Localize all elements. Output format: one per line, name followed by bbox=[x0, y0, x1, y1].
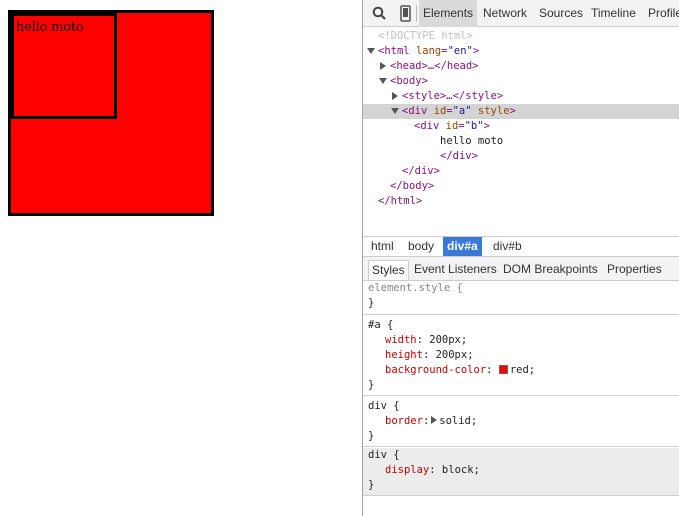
height-declaration[interactable]: height: 200px; bbox=[385, 348, 474, 363]
div-b-box: hello moto bbox=[11, 13, 117, 119]
devtools-toolbar: Elements Network Sources Timeline Profil… bbox=[363, 0, 679, 27]
dom-html-close[interactable]: </html> bbox=[363, 194, 679, 209]
background-color-value: red; bbox=[509, 364, 536, 376]
div-a-box: hello moto bbox=[8, 10, 214, 216]
id-value-b: "b" bbox=[464, 120, 484, 132]
rule-id-a[interactable]: #a { width: 200px; height: 200px; backgr… bbox=[363, 316, 679, 396]
id-attr: id bbox=[433, 105, 447, 117]
dom-doctype[interactable]: <!DOCTYPE html> bbox=[363, 29, 679, 44]
id-attr: id bbox=[445, 120, 459, 132]
tab-event-listeners[interactable]: Event Listeners bbox=[411, 260, 500, 280]
body-close-tag: </body> bbox=[390, 180, 435, 192]
dom-div-b-node[interactable]: <div id="b"> bbox=[363, 119, 679, 134]
dom-head-node[interactable]: <head>…</head> bbox=[363, 59, 679, 74]
color-swatch-icon[interactable] bbox=[498, 365, 508, 374]
div-tag: <div bbox=[414, 120, 440, 132]
tab-styles[interactable]: Styles bbox=[368, 260, 409, 280]
breadcrumb: html body div#a div#b bbox=[363, 236, 679, 257]
lang-value: "en" bbox=[447, 45, 473, 57]
html-tag: <html bbox=[378, 45, 410, 57]
crumb-div-a[interactable]: div#a bbox=[443, 237, 482, 256]
expand-triangle-icon[interactable] bbox=[391, 89, 401, 104]
dom-div-a-node[interactable]: <div id="a" style> bbox=[363, 104, 679, 119]
rule-close-brace: } bbox=[368, 297, 375, 309]
colon: : bbox=[422, 415, 430, 427]
styles-pane: element.style { } #a { width: 200px; hei… bbox=[363, 281, 679, 516]
tab-profiles[interactable]: Profile bbox=[644, 0, 679, 27]
tab-dom-breakpoints[interactable]: DOM Breakpoints bbox=[500, 260, 601, 280]
tab-elements[interactable]: Elements bbox=[419, 0, 478, 27]
style-tag: <style>…</style> bbox=[402, 90, 504, 102]
dom-div-b-close[interactable]: </div> bbox=[363, 149, 679, 164]
div-close-tag: </div> bbox=[440, 150, 478, 162]
div-tag-end: > bbox=[483, 120, 490, 132]
height-prop: height bbox=[385, 349, 423, 361]
tab-properties[interactable]: Properties bbox=[604, 260, 665, 280]
rule-a-selector: #a { bbox=[368, 319, 394, 331]
div-tag: <div bbox=[402, 105, 428, 117]
rule-element-style[interactable]: element.style { } bbox=[363, 281, 679, 315]
collapse-triangle-icon[interactable] bbox=[378, 74, 388, 89]
colon: : bbox=[416, 334, 423, 346]
dom-text-node[interactable]: hello moto bbox=[363, 134, 679, 149]
collapse-triangle-icon[interactable] bbox=[390, 104, 400, 119]
expand-triangle-icon[interactable] bbox=[379, 59, 389, 74]
body-tag: <body> bbox=[390, 75, 428, 87]
width-declaration[interactable]: width: 200px; bbox=[385, 333, 467, 348]
height-value: 200px; bbox=[435, 349, 474, 361]
div-selector: div { bbox=[368, 449, 400, 461]
dom-style-node[interactable]: <style>…</style> bbox=[363, 89, 679, 104]
expand-shorthand-icon[interactable] bbox=[431, 416, 438, 424]
rule-close-brace: } bbox=[368, 379, 375, 391]
element-style-selector: element.style { bbox=[368, 282, 463, 294]
page-viewport: hello moto bbox=[0, 0, 362, 516]
tab-sources[interactable]: Sources bbox=[535, 0, 587, 27]
search-icon[interactable] bbox=[368, 0, 390, 27]
tab-timeline[interactable]: Timeline bbox=[587, 0, 640, 27]
sidebar-tabs: Styles Event Listeners DOM Breakpoints P… bbox=[363, 257, 679, 281]
tab-network[interactable]: Network bbox=[479, 0, 531, 27]
display-prop: display bbox=[385, 464, 430, 476]
border-declaration[interactable]: border: solid; bbox=[385, 414, 477, 429]
rule-div-display[interactable]: div { display: block; } bbox=[363, 448, 679, 496]
crumb-div-b[interactable]: div#b bbox=[489, 237, 526, 256]
border-prop: border bbox=[385, 415, 423, 427]
background-color-prop: background-color bbox=[385, 364, 487, 376]
background-color-declaration[interactable]: background-color: red; bbox=[385, 363, 535, 378]
dom-div-a-close[interactable]: </div> bbox=[363, 164, 679, 179]
rule-close-brace: } bbox=[368, 479, 375, 491]
display-value: block; bbox=[441, 464, 480, 476]
rule-div-border[interactable]: div { border: solid; } bbox=[363, 397, 679, 447]
lang-attr: lang bbox=[415, 45, 442, 57]
width-value: 200px; bbox=[429, 334, 468, 346]
html-tag-end: > bbox=[472, 45, 480, 57]
dom-html-node[interactable]: <html lang="en"> bbox=[363, 44, 679, 59]
collapse-triangle-icon[interactable] bbox=[366, 44, 376, 59]
text-node: hello moto bbox=[440, 135, 504, 147]
html-close-tag: </html> bbox=[378, 195, 423, 207]
div-close-tag: </div> bbox=[402, 165, 440, 177]
div-selector: div { bbox=[368, 400, 400, 412]
dom-body-node[interactable]: <body> bbox=[363, 74, 679, 89]
dom-tree: <!DOCTYPE html> <html lang="en"> <head>…… bbox=[363, 28, 679, 236]
id-value-a: "a" bbox=[452, 105, 472, 117]
dom-body-close[interactable]: </body> bbox=[363, 179, 679, 194]
crumb-html[interactable]: html bbox=[367, 237, 398, 256]
toolbar-separator bbox=[416, 5, 417, 22]
crumb-body[interactable]: body bbox=[404, 237, 438, 256]
device-mode-icon[interactable] bbox=[395, 0, 417, 27]
div-b-text: hello moto bbox=[16, 20, 84, 35]
div-tag-end: > bbox=[509, 105, 516, 117]
head-tag: <head>…</head> bbox=[390, 60, 479, 72]
border-value: solid; bbox=[439, 415, 478, 427]
colon: : bbox=[429, 464, 436, 476]
rule-close-brace: } bbox=[368, 430, 375, 442]
display-declaration[interactable]: display: block; bbox=[385, 463, 480, 478]
devtools-panel: Elements Network Sources Timeline Profil… bbox=[362, 0, 679, 516]
colon: : bbox=[486, 364, 493, 376]
colon: : bbox=[422, 349, 430, 361]
width-prop: width bbox=[385, 334, 417, 346]
style-attr: style bbox=[477, 105, 510, 117]
doctype-text: <!DOCTYPE html> bbox=[378, 30, 473, 42]
